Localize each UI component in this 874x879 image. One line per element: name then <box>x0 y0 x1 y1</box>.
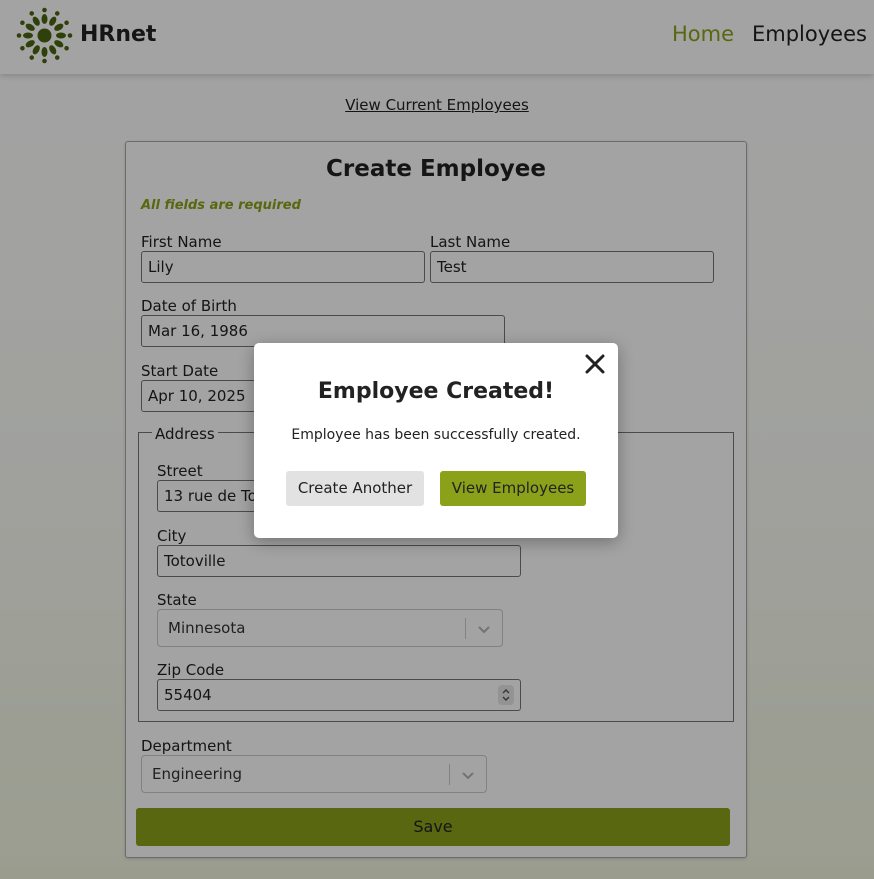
modal-message: Employee has been successfully created. <box>291 427 581 443</box>
success-modal: Employee Created! Employee has been succ… <box>254 343 618 538</box>
close-icon[interactable] <box>584 353 606 375</box>
view-employees-button[interactable]: View Employees <box>440 471 586 506</box>
modal-title: Employee Created! <box>317 379 555 404</box>
create-another-button[interactable]: Create Another <box>286 471 424 506</box>
